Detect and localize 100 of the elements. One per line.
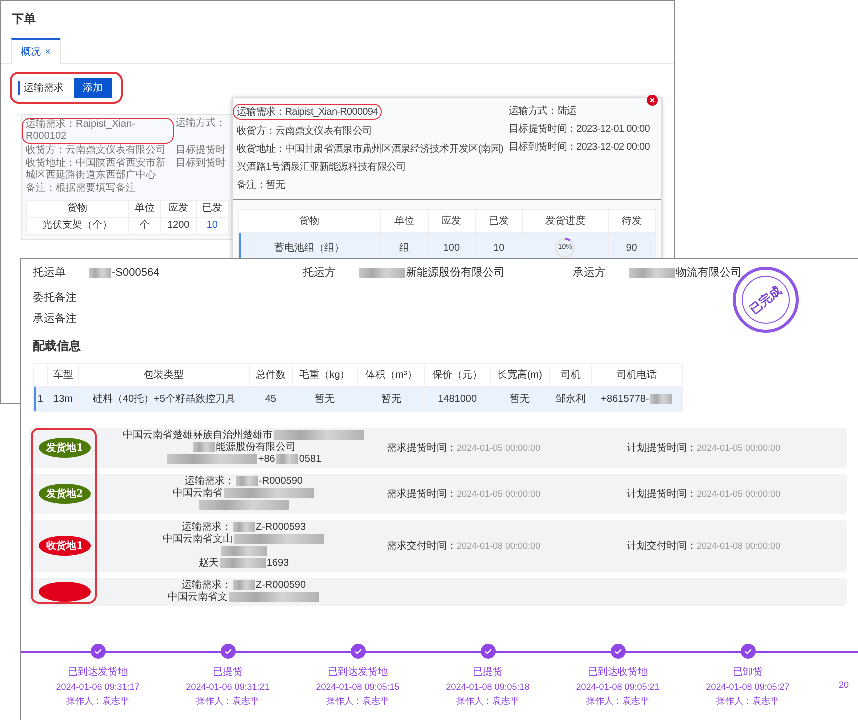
time-label: 计划提货时间： bbox=[627, 489, 697, 500]
redacted-block bbox=[359, 268, 405, 278]
table-cell: 10 bbox=[196, 218, 228, 234]
step-time: 2024-01-08 09:05:27 bbox=[706, 682, 790, 692]
time-value: 2024-01-08 00:00:00 bbox=[457, 541, 541, 551]
step-time: 2024-01-06 09:31:21 bbox=[186, 682, 270, 692]
column-header: 货物 bbox=[26, 200, 129, 218]
field-label: 运输方式： bbox=[176, 118, 227, 130]
step-status: 已提货 bbox=[473, 666, 503, 679]
step-operator: 操作人：袁志平 bbox=[66, 695, 130, 708]
stop-badge: 发货地1 bbox=[39, 438, 91, 458]
column-header: 应发 bbox=[160, 200, 196, 218]
time-label: 计划交付时间： bbox=[627, 541, 697, 552]
address-text: 运输需求： bbox=[185, 476, 236, 487]
table-cell: 1481000 bbox=[438, 394, 478, 404]
field-label: 目标提货时 bbox=[176, 145, 227, 157]
redacted-block bbox=[220, 558, 266, 568]
field-text: 收货方：云南鼎文仪表有限公司 bbox=[26, 145, 167, 157]
table-cell: 暂无 bbox=[510, 394, 530, 405]
field-text: 运输需求：Raipist_Xian-R000102 bbox=[26, 119, 136, 142]
field-text: 兴酒路1号酒泉汇亚新能源科技有限公司 bbox=[237, 160, 406, 174]
step-operator: 操作人：袁志平 bbox=[586, 695, 650, 708]
add-button[interactable]: 添加 bbox=[74, 78, 112, 98]
table-cell: 13m bbox=[54, 394, 74, 404]
redacted-block bbox=[221, 546, 267, 556]
stamp-text: 已完成 bbox=[746, 282, 786, 318]
field-value: 物流有限公司 bbox=[676, 266, 742, 280]
time-value: 2024-01-05 00:00:00 bbox=[457, 489, 541, 499]
field-text: 运输需求：Raipist_Xian-R000094 bbox=[237, 107, 378, 118]
step-time: 2024-01-06 09:31:17 bbox=[56, 682, 140, 692]
table-row[interactable]: 1 13m 硅料（40托）+5个籽晶数控刀具 45 暂无 暂无 1481000 暂无 邹永利 +8615778- bbox=[34, 386, 682, 412]
redacted-block bbox=[193, 442, 215, 452]
table-cell: 暂无 bbox=[314, 394, 335, 405]
time-label: 需求交付时间： bbox=[387, 541, 457, 552]
field-value: 新能源股份有限公司 bbox=[406, 266, 505, 280]
field-text: 备注：暂无 bbox=[237, 178, 286, 192]
redacted-block bbox=[650, 394, 672, 404]
step-status: 已卸货 bbox=[733, 666, 763, 679]
redacted-block bbox=[232, 580, 255, 590]
field-text: 备注：根据需要填写备注 bbox=[26, 183, 137, 195]
column-header: 单位 bbox=[128, 200, 161, 218]
address-text: 0581 bbox=[299, 454, 322, 465]
field-label: 委托备注 bbox=[33, 290, 77, 305]
window-title: 下单 bbox=[11, 11, 37, 28]
step-status: 已到达收货地 bbox=[588, 666, 648, 679]
time-label: 计划提货时间： bbox=[627, 443, 697, 454]
address-text: +86 bbox=[258, 454, 276, 465]
address-text: 赵天 bbox=[198, 558, 219, 569]
address-text: -R000590 bbox=[259, 476, 303, 487]
step-time: 2024-01-08 09:05:18 bbox=[446, 682, 530, 692]
field-text: 运输方式：陆运 bbox=[509, 104, 577, 118]
redacted-block bbox=[232, 522, 255, 532]
address-text: 运输需求： bbox=[182, 580, 232, 591]
tab[interactable]: 概况 × bbox=[11, 38, 61, 64]
time-value: 2024-01-05 00:00:00 bbox=[697, 443, 781, 453]
time-value: 2024-01-05 00:00:00 bbox=[457, 443, 541, 453]
redacted-block bbox=[276, 454, 298, 464]
table-cell: +8615778- bbox=[601, 394, 650, 404]
field-label: 托运单 bbox=[33, 266, 67, 280]
time-value: 2024-01-08 00:00:00 bbox=[697, 541, 781, 551]
stop-badge: 发货地2 bbox=[39, 484, 91, 504]
address-text: 中国云南省文山 bbox=[163, 534, 233, 545]
field-label: 目标到货时 bbox=[176, 158, 227, 170]
field-text: 目标提货时间：2023-12-01 00:00 bbox=[509, 122, 650, 136]
field-label: 承运备注 bbox=[33, 312, 77, 326]
time-label: 需求提货时间： bbox=[387, 489, 457, 500]
table-cell: 暂无 bbox=[381, 394, 402, 405]
redacted-block bbox=[629, 268, 675, 278]
field-text: 收货地址：中国甘肃省酒泉市肃州区酒泉经济技术开发区(南园) bbox=[237, 142, 504, 156]
close-icon[interactable] bbox=[647, 95, 658, 106]
stop-badge: 收货地1 bbox=[39, 536, 91, 556]
step-operator: 操作人：袁志平 bbox=[196, 695, 260, 708]
table-cell: 邹永利 bbox=[556, 394, 586, 405]
address-text: 中国云南省 bbox=[173, 488, 223, 499]
column-header: 已发 bbox=[196, 200, 228, 218]
step-status: 已提货 bbox=[213, 666, 243, 679]
field-label: 承运方 bbox=[573, 266, 607, 280]
section-title: 配载信息 bbox=[32, 338, 82, 355]
table-cell: 45 bbox=[265, 394, 276, 404]
field-text: 目标到货时间：2023-12-02 00:00 bbox=[509, 140, 650, 154]
step-status: 已到达发货地 bbox=[328, 666, 388, 679]
column-header: 发货进度 bbox=[522, 210, 608, 232]
section-title: 运输需求 bbox=[18, 81, 64, 95]
step-time: 2024-01-08 09:05:21 bbox=[576, 682, 660, 692]
step-time: 2024-01-08 09:05:15 bbox=[316, 682, 400, 692]
table-cell: 1200 bbox=[160, 218, 196, 234]
time-label: 需求提货时间： bbox=[387, 443, 457, 454]
table-cell: 个 bbox=[128, 218, 161, 234]
step-operator: 操作人：袁志平 bbox=[326, 695, 390, 708]
address-text: 中国云南省楚雄彝族自治州楚雄市 bbox=[123, 430, 273, 441]
field-text: 收货地址：中国陕西省西安市新城区西延路街道东西部广中心 bbox=[26, 158, 167, 182]
field-text: 收货方：云南鼎文仪表有限公司 bbox=[237, 124, 372, 138]
column-header: 司机电话 bbox=[592, 364, 682, 386]
table-cell: 硅料（40托）+5个籽晶数控刀具 bbox=[92, 394, 236, 405]
redacted-block bbox=[89, 268, 111, 278]
address-text: Z-R000593 bbox=[256, 522, 306, 533]
step-operator: 操作人：袁志平 bbox=[456, 695, 520, 708]
close-icon[interactable]: × bbox=[45, 47, 51, 58]
table-cell: 光伏支架（个） bbox=[26, 218, 129, 234]
column-header: 货物 bbox=[238, 210, 381, 232]
